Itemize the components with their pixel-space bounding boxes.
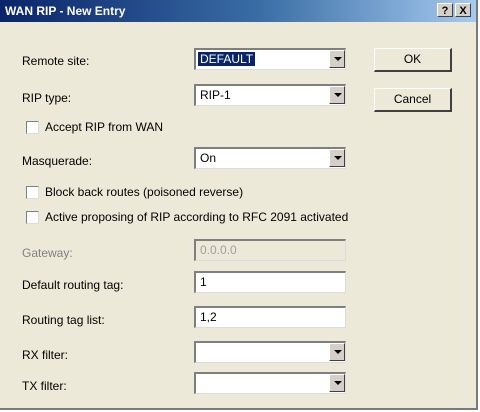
masquerade-value: On <box>200 151 217 165</box>
tx-filter-label: TX filter: <box>22 379 67 393</box>
remote-site-dropdown-arrow-icon[interactable] <box>329 50 345 68</box>
masquerade-dropdown-arrow-icon[interactable] <box>329 149 345 167</box>
rip-type-dropdown-arrow-icon[interactable] <box>329 86 345 104</box>
default-routing-tag-label: Default routing tag: <box>22 278 124 292</box>
accept-rip-checkbox[interactable] <box>26 121 39 134</box>
rx-filter-dropdown-arrow-icon[interactable] <box>329 343 345 361</box>
rip-type-combo[interactable]: RIP-1 <box>194 84 346 106</box>
dialog-window: WAN RIP - New Entry ? X Remote site: DEF… <box>0 0 478 410</box>
masquerade-label: Masquerade: <box>22 154 93 168</box>
rx-filter-label: RX filter: <box>22 348 69 362</box>
active-proposing-checkbox[interactable] <box>26 211 39 224</box>
tx-filter-dropdown-arrow-icon[interactable] <box>329 374 345 392</box>
title-bar[interactable]: WAN RIP - New Entry ? X <box>0 0 476 22</box>
cancel-button[interactable]: Cancel <box>374 88 452 112</box>
block-back-routes-checkbox[interactable] <box>26 186 39 199</box>
masquerade-combo[interactable]: On <box>194 147 346 169</box>
routing-tag-list-field[interactable]: 1,2 <box>194 306 346 328</box>
rip-type-value: RIP-1 <box>200 88 231 102</box>
gateway-label: Gateway: <box>22 246 73 260</box>
active-proposing-label: Active proposing of RIP according to RFC… <box>45 210 349 224</box>
remote-site-label: Remote site: <box>22 54 90 68</box>
gateway-value: 0.0.0.0 <box>200 243 237 257</box>
help-button[interactable]: ? <box>437 3 453 17</box>
accept-rip-label: Accept RIP from WAN <box>45 120 164 134</box>
rip-type-label: RIP type: <box>22 91 72 105</box>
default-routing-tag-field[interactable]: 1 <box>194 271 346 293</box>
window-title: WAN RIP - New Entry <box>5 4 126 18</box>
tx-filter-combo[interactable] <box>194 372 346 394</box>
routing-tag-list-label: Routing tag list: <box>22 313 105 327</box>
ok-button[interactable]: OK <box>374 48 452 72</box>
remote-site-combo[interactable]: DEFAULT <box>194 48 346 70</box>
close-button[interactable]: X <box>455 3 471 17</box>
gateway-field: 0.0.0.0 <box>194 239 346 261</box>
rx-filter-combo[interactable] <box>194 341 346 363</box>
default-routing-tag-value: 1 <box>200 275 207 289</box>
routing-tag-list-value: 1,2 <box>200 310 217 324</box>
remote-site-value: DEFAULT <box>198 52 256 66</box>
block-back-routes-label: Block back routes (poisoned reverse) <box>45 185 244 199</box>
